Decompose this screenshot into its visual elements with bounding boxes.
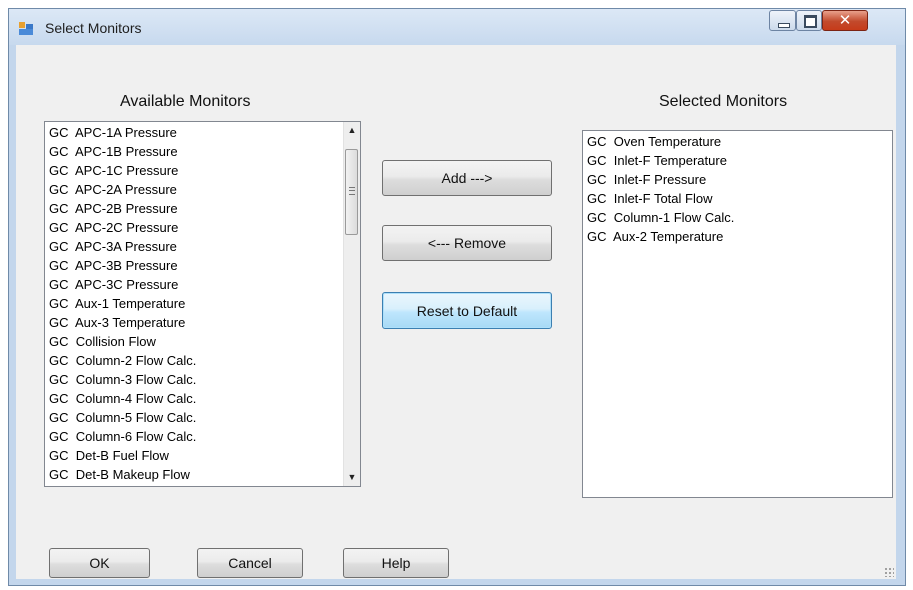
list-item[interactable]: GC APC-1C Pressure <box>49 161 196 180</box>
list-item[interactable]: GC APC-2A Pressure <box>49 180 196 199</box>
selected-monitors-heading: Selected Monitors <box>659 93 788 110</box>
title-bar[interactable]: Select Monitors ✕ <box>9 9 905 45</box>
list-item[interactable]: GC Inlet-F Total Flow <box>587 189 734 208</box>
selected-monitors-list[interactable]: GC Oven Temperature GC Inlet-F Temperatu… <box>582 130 893 498</box>
window-title: Select Monitors <box>45 20 142 36</box>
list-item[interactable]: GC Aux-2 Temperature <box>587 227 734 246</box>
vertical-scrollbar[interactable]: ▲ ▼ <box>343 122 360 486</box>
list-item[interactable]: GC Oven Temperature <box>587 132 734 151</box>
list-item[interactable]: GC Column-4 Flow Calc. <box>49 389 196 408</box>
list-item[interactable]: GC APC-2C Pressure <box>49 218 196 237</box>
select-monitors-dialog: Select Monitors ✕ Available Monitors Sel… <box>8 8 906 586</box>
list-item[interactable]: GC Det-B Makeup Flow <box>49 465 196 484</box>
resize-grip-icon[interactable] <box>884 567 894 577</box>
cancel-button[interactable]: Cancel <box>197 548 303 578</box>
list-item[interactable]: GC APC-3B Pressure <box>49 256 196 275</box>
list-item[interactable]: GC Aux-3 Temperature <box>49 313 196 332</box>
list-item[interactable]: GC Column-3 Flow Calc. <box>49 370 196 389</box>
list-item[interactable]: GC APC-1A Pressure <box>49 123 196 142</box>
list-item[interactable]: GC Det-B Fuel Flow <box>49 446 196 465</box>
scroll-thumb[interactable] <box>345 149 358 235</box>
remove-button[interactable]: <--- Remove <box>382 225 552 261</box>
available-monitors-list[interactable]: GC APC-1A Pressure GC APC-1B Pressure GC… <box>44 121 361 487</box>
scroll-up-arrow-icon[interactable]: ▲ <box>344 122 360 139</box>
dialog-body: Available Monitors Selected Monitors GC … <box>16 45 896 579</box>
list-item[interactable]: GC Aux-1 Temperature <box>49 294 196 313</box>
add-button[interactable]: Add ---> <box>382 160 552 196</box>
scroll-down-arrow-icon[interactable]: ▼ <box>344 469 360 486</box>
maximize-button[interactable] <box>796 10 822 31</box>
list-item[interactable]: GC Inlet-F Temperature <box>587 151 734 170</box>
grip-icon <box>349 187 355 195</box>
list-item[interactable]: GC Column-1 Flow Calc. <box>587 208 734 227</box>
maximize-icon <box>804 15 817 28</box>
available-monitors-heading: Available Monitors <box>120 93 251 110</box>
list-item[interactable]: GC APC-3A Pressure <box>49 237 196 256</box>
list-item[interactable]: GC Collision Flow <box>49 332 196 351</box>
help-button[interactable]: Help <box>343 548 449 578</box>
close-icon: ✕ <box>838 11 852 29</box>
close-button[interactable]: ✕ <box>822 10 868 31</box>
selected-monitors-items: GC Oven Temperature GC Inlet-F Temperatu… <box>587 132 734 246</box>
available-monitors-items: GC APC-1A Pressure GC APC-1B Pressure GC… <box>49 123 196 484</box>
list-item[interactable]: GC Column-5 Flow Calc. <box>49 408 196 427</box>
app-icon <box>19 22 33 35</box>
list-item[interactable]: GC Column-2 Flow Calc. <box>49 351 196 370</box>
list-item[interactable]: GC APC-3C Pressure <box>49 275 196 294</box>
ok-button[interactable]: OK <box>49 548 150 578</box>
list-item[interactable]: GC Inlet-F Pressure <box>587 170 734 189</box>
minimize-button[interactable] <box>769 10 796 31</box>
list-item[interactable]: GC APC-2B Pressure <box>49 199 196 218</box>
list-item[interactable]: GC APC-1B Pressure <box>49 142 196 161</box>
list-item[interactable]: GC Column-6 Flow Calc. <box>49 427 196 446</box>
reset-to-default-button[interactable]: Reset to Default <box>382 292 552 329</box>
minimize-icon <box>778 23 790 28</box>
